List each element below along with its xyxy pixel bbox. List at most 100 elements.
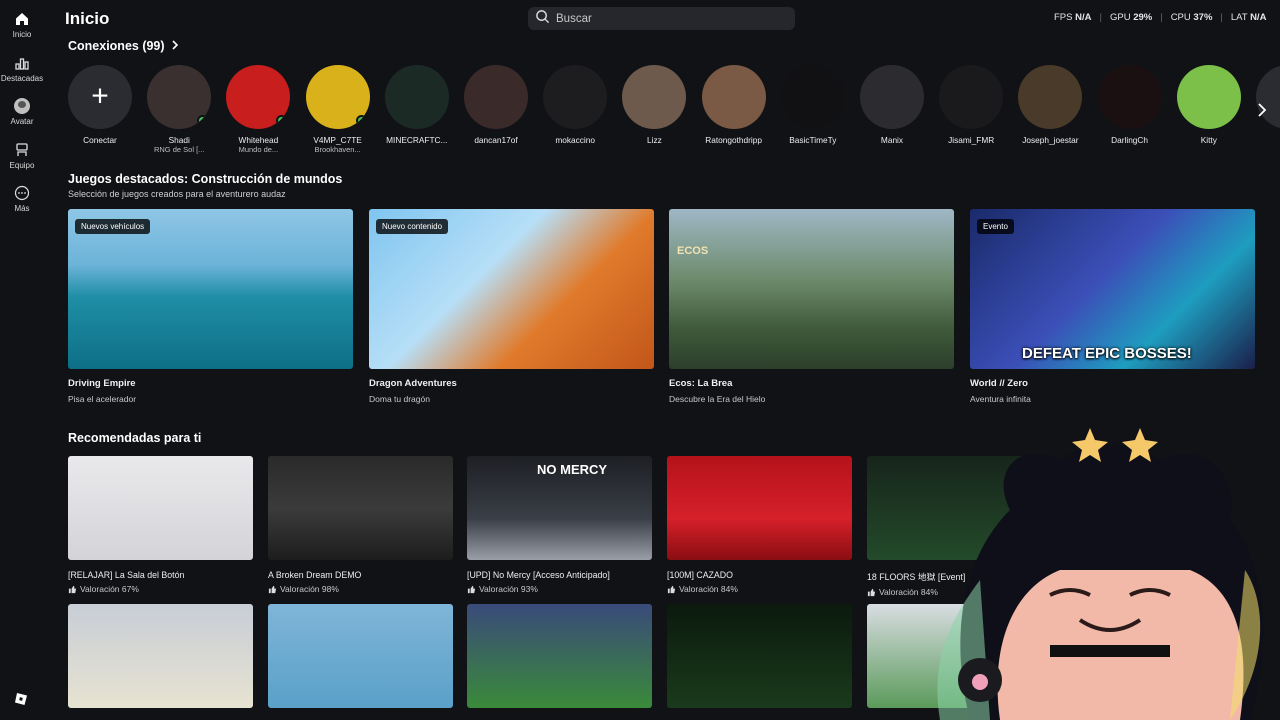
connection-item[interactable]: dancan17of xyxy=(463,65,529,145)
connection-item[interactable]: mokaccino xyxy=(542,65,608,145)
connections-heading[interactable]: Conexiones (99) xyxy=(68,39,179,53)
performance-stats: FPS N/A | GPU 29% | CPU 37% | LAT N/A xyxy=(1054,12,1266,23)
connection-item[interactable]: Joseph_joestar xyxy=(1017,65,1083,145)
avatar xyxy=(147,65,212,129)
online-status-dot xyxy=(197,115,209,126)
game-thumbnail xyxy=(667,456,852,560)
thumbs-up-icon xyxy=(68,585,77,593)
streamer-avatar-overlay xyxy=(937,428,1264,720)
game-title: Ecos: La Brea xyxy=(669,378,733,389)
connection-name: MINECRAFTC... xyxy=(386,135,448,145)
recommended-game-card[interactable]: A Broken Dream DEMO Valoración 98% xyxy=(268,456,453,594)
rail-item-destacadas[interactable]: Destacadas xyxy=(0,55,44,83)
connection-name: Manix xyxy=(880,135,904,145)
recommended-game-card[interactable] xyxy=(667,604,852,708)
connection-name: Whitehead xyxy=(238,135,279,145)
connection-item[interactable]: Kitty xyxy=(1176,65,1242,145)
connection-name: DarlingCh xyxy=(1111,135,1149,145)
game-thumbnail: Nuevo contenido xyxy=(369,209,654,369)
connection-name: Lizz xyxy=(647,135,662,145)
connection-name: Shadi xyxy=(168,135,190,145)
avatar xyxy=(543,65,608,129)
avatar xyxy=(1018,65,1083,129)
avatar xyxy=(939,65,1004,129)
connection-item[interactable]: MINECRAFTC... xyxy=(384,65,450,145)
featured-game-card[interactable]: Nuevos vehículos Driving Empire Pisa el ac… xyxy=(68,209,353,404)
featured-subheading: Selección de juegos creados para el aven… xyxy=(68,189,286,199)
game-thumbnail xyxy=(68,604,253,708)
avatar xyxy=(860,65,924,129)
avatar xyxy=(226,65,291,129)
search-input[interactable] xyxy=(556,12,776,25)
recommended-game-card[interactable]: NO MERCY [UPD] No Mercy [Acceso Anticipad… xyxy=(467,456,652,594)
event-badge: Evento xyxy=(977,219,1014,234)
recommended-game-card[interactable] xyxy=(268,604,453,708)
avatar xyxy=(305,65,370,129)
connection-item[interactable]: V4MP_C7TE Brookhaven... xyxy=(305,65,371,154)
game-description: Doma tu dragón xyxy=(369,394,430,404)
more-icon xyxy=(14,185,30,201)
featured-game-card[interactable]: Nuevo contenido Dragon Adventures Doma tu … xyxy=(369,209,654,404)
recommended-game-card[interactable] xyxy=(467,604,652,708)
connection-item[interactable]: Ratongothdripp xyxy=(701,65,767,145)
thumbs-up-icon xyxy=(268,585,277,593)
scroll-right-arrow-icon[interactable] xyxy=(1256,102,1268,118)
featured-game-card[interactable]: ECOS Ecos: La Brea Descubre la Era del Hie… xyxy=(669,209,954,404)
game-thumbnail xyxy=(467,604,652,708)
rail-label: Inicio xyxy=(12,30,32,39)
avatar xyxy=(384,65,449,129)
rail-item-equipo[interactable]: Equipo xyxy=(0,142,44,170)
rail-item-inicio[interactable]: Inicio xyxy=(0,11,44,39)
connection-item[interactable]: Jisami_FMR xyxy=(938,65,1004,145)
connection-item[interactable]: DarlingCh xyxy=(1097,65,1163,145)
game-rating: Valoración 67% xyxy=(68,584,253,594)
rating-text: Valoración 98% xyxy=(280,584,339,594)
connection-name: nutri xyxy=(1255,135,1280,145)
recommended-game-card[interactable] xyxy=(68,604,253,708)
game-description: Pisa el acelerador xyxy=(68,394,137,404)
avatar xyxy=(1097,65,1162,129)
app-root: Inicio Destacadas Avatar Equipo Más Inic… xyxy=(0,0,1280,720)
search-icon xyxy=(535,9,556,29)
game-thumbnail: Nuevos vehículos xyxy=(68,209,353,369)
rail-label: Más xyxy=(14,204,30,213)
connection-item[interactable]: BasicTimeTy xyxy=(780,65,846,145)
search-bar[interactable] xyxy=(528,7,795,30)
game-rating: Valoración 98% xyxy=(268,584,453,594)
game-thumbnail: NO MERCY xyxy=(467,456,652,560)
game-thumbnail xyxy=(268,604,453,708)
chevron-right-icon xyxy=(171,39,179,53)
connection-name: Kitty xyxy=(1200,135,1217,145)
avatar xyxy=(1176,65,1241,129)
plus-glyph: + xyxy=(91,79,109,113)
game-rating: Valoración 84% xyxy=(667,584,852,594)
connection-item[interactable]: Manix xyxy=(859,65,925,145)
rail-label: Avatar xyxy=(10,117,34,126)
game-title: World // Zero xyxy=(970,378,1028,389)
connect-button[interactable]: + Conectar xyxy=(67,65,133,145)
rail-item-avatar[interactable]: Avatar xyxy=(0,98,44,126)
recommended-game-card[interactable]: [100M] CAZADO Valoración 84% xyxy=(667,456,852,594)
rail-item-mas[interactable]: Más xyxy=(0,185,44,213)
connection-name: Conectar xyxy=(83,135,117,145)
featured-game-card[interactable]: Evento DEFEAT EPIC BOSSES! World // Zero Av… xyxy=(970,209,1255,404)
connection-item[interactable]: Lizz xyxy=(621,65,687,145)
connection-item[interactable]: Whitehead Mundo de... xyxy=(225,65,291,154)
rail-label: Equipo xyxy=(9,161,35,170)
game-title: [UPD] No Mercy [Acceso Anticipado] xyxy=(467,570,610,580)
game-title: Dragon Adventures xyxy=(369,378,457,389)
recommended-game-card[interactable]: [RELAJAR] La Sala del Botón Valoración 67… xyxy=(68,456,253,594)
connection-name: mokaccino xyxy=(555,135,596,145)
featured-heading: Juegos destacados: Construcción de mundo… xyxy=(68,172,343,186)
fps-stat: FPS N/A xyxy=(1054,12,1092,23)
game-thumbnail: ECOS xyxy=(669,209,954,369)
divider: | xyxy=(1160,12,1163,23)
connection-name: BasicTimeTy xyxy=(789,135,837,145)
game-thumbnail xyxy=(667,604,852,708)
roblox-logo-icon[interactable] xyxy=(14,692,28,706)
game-logo-text: NO MERCY xyxy=(537,462,608,477)
connection-item[interactable]: Shadi RNG de Sol [... xyxy=(146,65,212,154)
thumbs-up-icon xyxy=(667,585,676,593)
event-badge: Nuevo contenido xyxy=(376,219,449,234)
avatar xyxy=(780,65,845,129)
